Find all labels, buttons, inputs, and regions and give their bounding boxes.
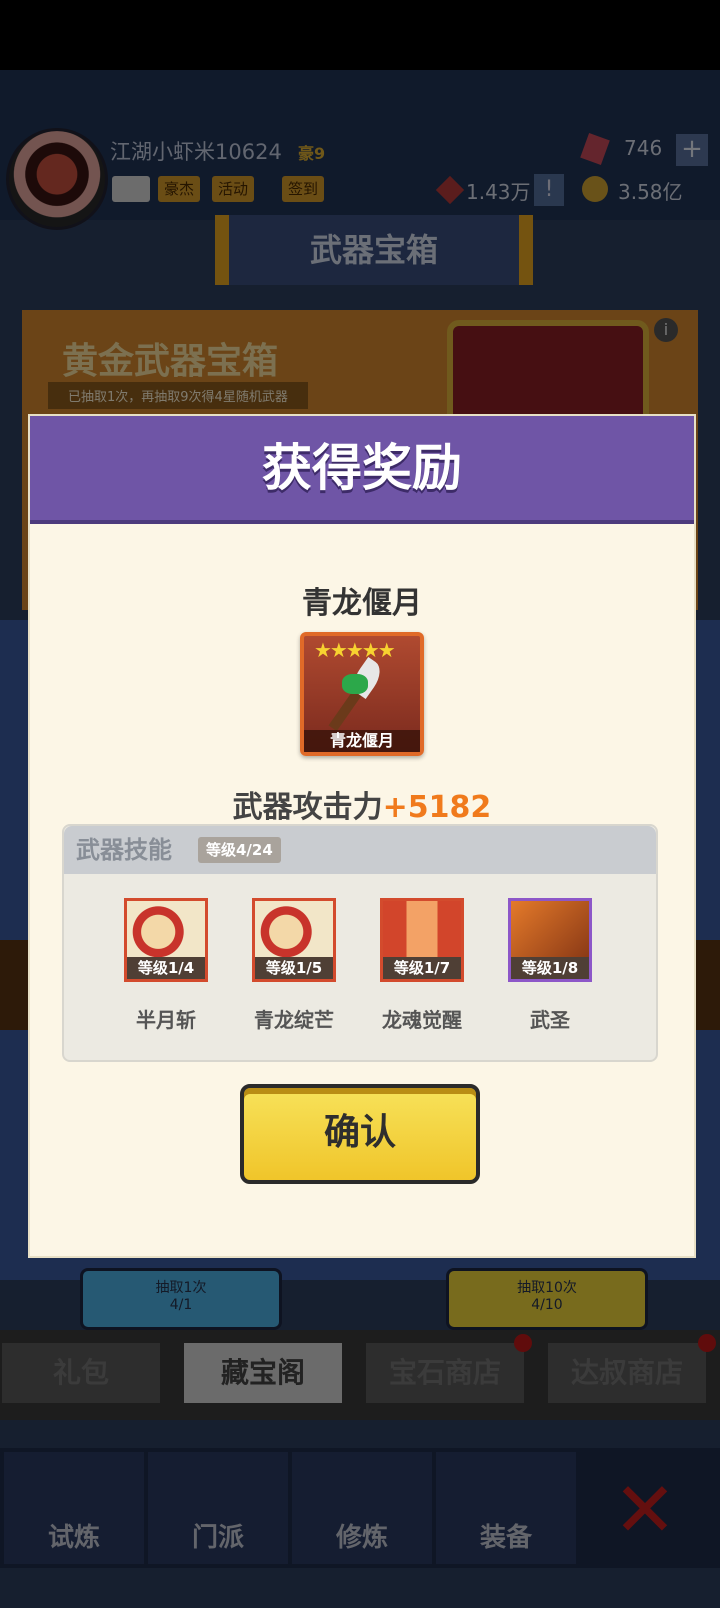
- star-rating: ★★★★★: [314, 638, 396, 662]
- skill-icon[interactable]: 等级1/7: [380, 898, 464, 982]
- weapon-card[interactable]: ★★★★★ 青龙偃月: [300, 632, 424, 756]
- skills-panel: 武器技能 等级4/24 等级1/4 等级1/5 等级1/7 等级1/8 半月斩 …: [62, 824, 658, 1062]
- skill-icon[interactable]: 等级1/8: [508, 898, 592, 982]
- skills-header: 武器技能 等级4/24: [64, 826, 656, 874]
- skill-name: 半月斩: [136, 1008, 196, 1032]
- skill-icon[interactable]: 等级1/4: [124, 898, 208, 982]
- skill-level: 等级1/8: [511, 957, 589, 979]
- skill-level: 等级1/5: [255, 957, 333, 979]
- skill-name: 武圣: [530, 1008, 570, 1032]
- skill-name: 青龙绽芒: [254, 1008, 334, 1032]
- weapon-name: 青龙偃月: [302, 586, 422, 621]
- dialog-title: 获得奖励: [262, 439, 462, 497]
- skills-level-badge: 等级4/24: [198, 837, 281, 863]
- confirm-button[interactable]: 确认: [240, 1084, 480, 1184]
- attack-label: 武器攻击力: [232, 790, 383, 825]
- dialog-header: 获得奖励: [30, 416, 694, 524]
- weapon-card-caption: 青龙偃月: [304, 730, 420, 752]
- attack-line: 武器攻击力+5182: [30, 782, 694, 826]
- skill-icon[interactable]: 等级1/5: [252, 898, 336, 982]
- reward-dialog: 获得奖励 青龙偃月 ★★★★★ 青龙偃月 武器攻击力+5182 武器技能 等级4…: [28, 414, 696, 1258]
- skill-level: 等级1/7: [383, 957, 461, 979]
- dragon-icon: [342, 674, 368, 694]
- skills-title: 武器技能: [76, 836, 172, 864]
- attack-value: +5182: [382, 790, 492, 825]
- skill-name: 龙魂觉醒: [382, 1008, 462, 1032]
- skill-level: 等级1/4: [127, 957, 205, 979]
